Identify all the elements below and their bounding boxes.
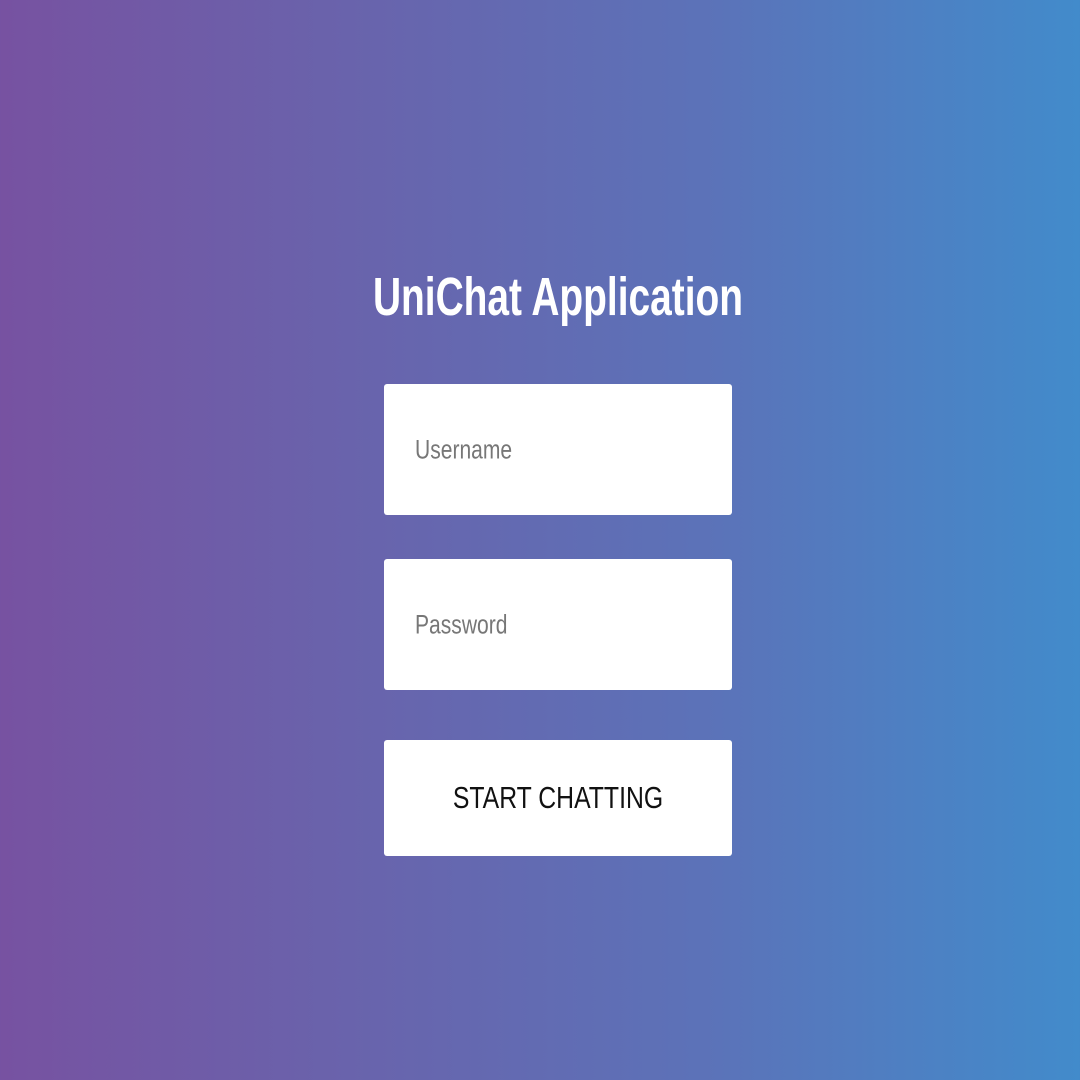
username-input[interactable]: Username bbox=[384, 384, 732, 515]
start-chatting-button[interactable]: START CHATTING bbox=[384, 740, 732, 856]
start-chatting-label: START CHATTING bbox=[452, 780, 664, 815]
password-placeholder: Password bbox=[415, 609, 508, 639]
page-title: UniChat Application bbox=[0, 266, 1080, 328]
password-input[interactable]: Password bbox=[384, 559, 732, 690]
page-title-text: UniChat Application bbox=[372, 267, 744, 327]
username-placeholder: Username bbox=[415, 434, 513, 464]
